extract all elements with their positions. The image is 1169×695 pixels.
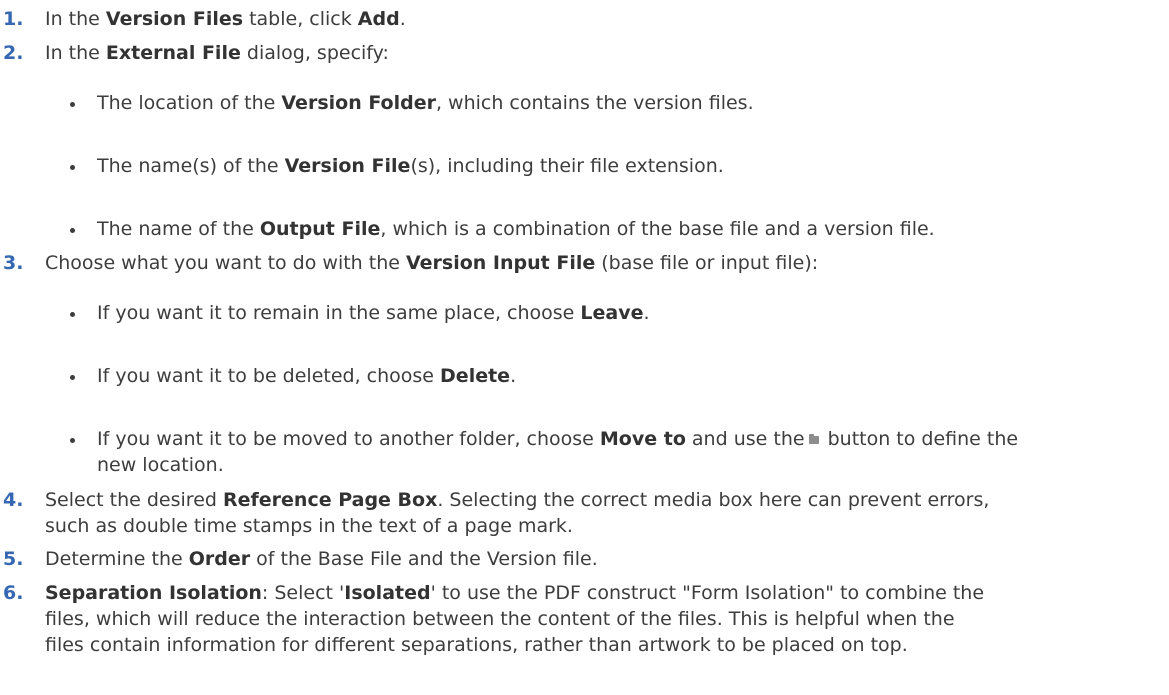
bullet-item: The name(s) of the Version File(s), incl… (70, 153, 1163, 179)
bold-term: Version Files (105, 8, 244, 30)
text-run: ' to use the PDF construct "Form Isolati… (430, 582, 985, 604)
text-run: In the (45, 8, 106, 30)
text-run: such as double time stamps in the text o… (45, 515, 573, 537)
bold-term: Order (188, 548, 251, 570)
text-line: files, which will reduce the interaction… (45, 606, 1163, 632)
bullet-item: The location of the Version Folder, whic… (70, 90, 1163, 116)
bullet-text: If you want it to remain in the same pla… (97, 300, 1163, 326)
step-6: 6. Separation Isolation: Select 'Isolated… (3, 580, 1163, 658)
bold-term: External File (105, 42, 241, 64)
text-run: . (399, 8, 406, 30)
step-text: Choose what you want to do with the Vers… (45, 252, 818, 274)
text-run: Select the desired (45, 489, 223, 511)
step-1: 1. In the Version Files table, click Add. (3, 6, 1163, 32)
step-4: 4. Select the desired Reference Page Box.… (3, 487, 1163, 539)
step-number: 4. (3, 489, 24, 511)
text-run: (base file or input file): (595, 252, 819, 274)
bullet-text: If you want it to be deleted, choose Del… (97, 363, 1163, 389)
bold-term: Delete (440, 365, 511, 387)
bold-term: Version Folder (281, 92, 436, 114)
text-run: , which contains the version files. (435, 92, 754, 114)
step-number: 2. (3, 42, 24, 64)
bullet-item: The name of the Output File, which is a … (70, 216, 1163, 242)
bullet-item: If you want it to remain in the same pla… (70, 300, 1163, 326)
bold-term: Reference Page Box (223, 489, 438, 511)
step-text: Determine the Order of the Base File and… (45, 548, 598, 570)
text-run: If you want it to remain in the same pla… (97, 302, 581, 324)
bullet-item: If you want it to be deleted, choose Del… (70, 363, 1163, 389)
text-run: . (643, 302, 650, 324)
bullet-dot (70, 102, 75, 107)
text-run: files contain information for different … (45, 634, 908, 656)
step-text: Select the desired Reference Page Box. S… (3, 489, 1163, 539)
text-run: dialog, specify: (240, 42, 389, 64)
bullet-dot (70, 228, 75, 233)
text-run: , which is a combination of the base fil… (380, 218, 935, 240)
step-text: Separation Isolation: Select 'Isolated' … (3, 582, 1163, 658)
bold-term: Output File (259, 218, 381, 240)
text-run: If you want it to be deleted, choose (97, 365, 441, 387)
instructions-document: 1. In the Version Files table, click Add.… (0, 0, 1169, 695)
text-run: files, which will reduce the interaction… (45, 608, 955, 630)
text-run: . Selecting the correct media box here c… (437, 489, 990, 511)
step-number: 6. (3, 582, 24, 604)
text-line: files contain information for different … (45, 632, 1163, 658)
bold-term: Separation Isolation (45, 582, 262, 604)
bullet-dot (70, 375, 75, 380)
step-text: In the External File dialog, specify: (45, 42, 389, 64)
bullet-text: The location of the Version Folder, whic… (97, 90, 1163, 116)
text-run: Determine the (45, 548, 189, 570)
bullet-text: If you want it to be moved to another fo… (97, 428, 1019, 476)
text-run: The name(s) of the (97, 155, 285, 177)
text-run: In the (45, 42, 106, 64)
text-run: : Select ' (261, 582, 345, 604)
bold-term: Isolated (344, 582, 431, 604)
bullet-dot (70, 165, 75, 170)
bold-term: Leave (580, 302, 644, 324)
text-run: The name of the (97, 218, 260, 240)
bullet-text: The name of the Output File, which is a … (97, 216, 1163, 242)
step-3: 3. Choose what you want to do with the Ve… (3, 250, 1163, 276)
text-run: of the Base File and the Version file. (250, 548, 598, 570)
bold-term: Add (357, 8, 400, 30)
folder-icon (808, 434, 819, 444)
bold-term: Version Input File (405, 252, 596, 274)
bold-term: Version File (284, 155, 411, 177)
text-run: Choose what you want to do with the (45, 252, 406, 274)
step-number: 1. (3, 8, 24, 30)
text-run: (s), including their file extension. (410, 155, 724, 177)
bullet-dot (70, 312, 75, 317)
text-run: table, click (243, 8, 358, 30)
step-number: 5. (3, 548, 24, 570)
step-5: 5. Determine the Order of the Base File a… (3, 546, 1163, 572)
step-text: In the Version Files table, click Add. (45, 8, 406, 30)
step-2: 2. In the External File dialog, specify: (3, 40, 1163, 66)
text-run: . (510, 365, 517, 387)
bullet-dot (70, 438, 75, 443)
text-run: The location of the (97, 92, 282, 114)
step-number: 3. (3, 252, 24, 274)
bullet-text: The name(s) of the Version File(s), incl… (97, 153, 1163, 179)
text-line: such as double time stamps in the text o… (45, 513, 1163, 539)
bullet-item: If you want it to be moved to another fo… (70, 426, 1163, 478)
